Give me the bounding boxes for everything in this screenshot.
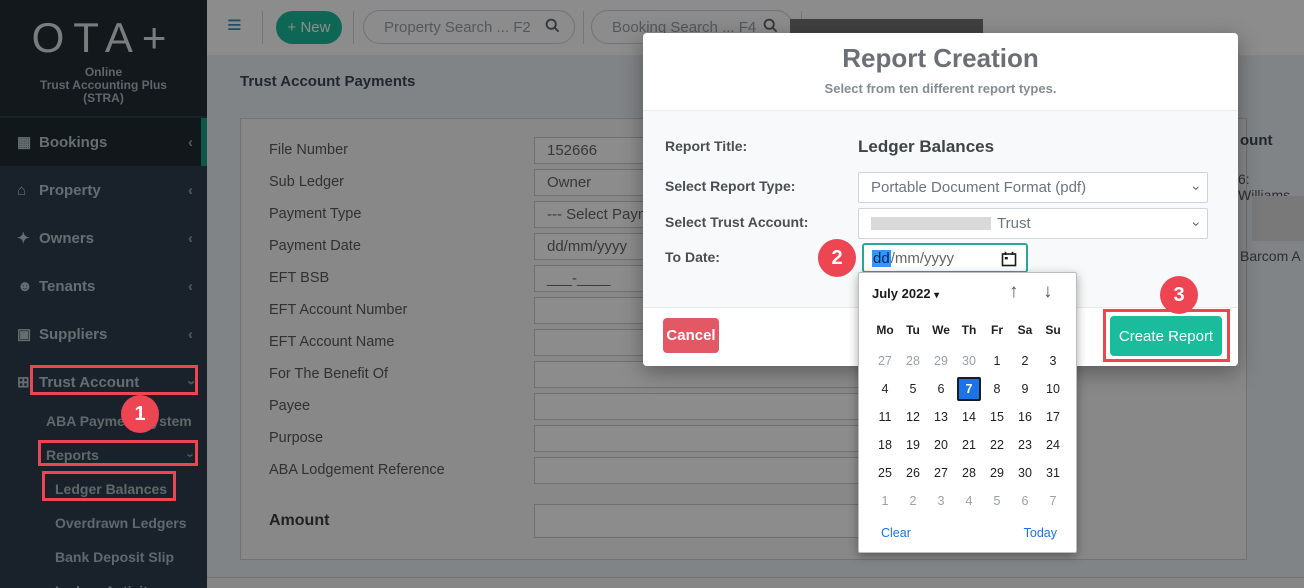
report-type-value: Portable Document Format (pdf) (871, 179, 1087, 196)
calendar-day[interactable]: 13 (927, 403, 955, 431)
calendar-day[interactable]: 26 (899, 459, 927, 487)
trust-account-label: Select Trust Account: (665, 214, 809, 230)
today-link[interactable]: Today (1024, 526, 1057, 540)
clear-link[interactable]: Clear (881, 526, 911, 540)
calendar-day[interactable]: 21 (955, 431, 983, 459)
app-window: OTA+ Online Trust Accounting Plus (STRA)… (0, 0, 1304, 588)
report-type-select[interactable]: Portable Document Format (pdf) ‹ (858, 172, 1208, 203)
calendar-day[interactable]: 4 (955, 487, 983, 515)
calendar-day[interactable]: 18 (871, 431, 899, 459)
calendar-day[interactable]: 20 (927, 431, 955, 459)
modal-title: Report Creation (842, 43, 1039, 73)
report-type-label: Select Report Type: (665, 178, 796, 194)
calendar-day[interactable]: 2 (899, 487, 927, 515)
calendar-day[interactable]: 11 (871, 403, 899, 431)
calendar-day[interactable]: 1 (871, 487, 899, 515)
report-title-value: Ledger Balances (858, 137, 995, 156)
date-rest-segment[interactable]: /mm/yyyy (891, 250, 954, 267)
calendar-day[interactable]: 7 (1039, 487, 1067, 515)
chevron-down-icon: ‹ (1186, 221, 1203, 226)
calendar-day[interactable]: 3 (927, 487, 955, 515)
calendar-day[interactable]: 19 (899, 431, 927, 459)
calendar-day[interactable]: 14 (955, 403, 983, 431)
annotation-rect-trust-account (30, 365, 198, 395)
annotation-rect-ledger-balances (42, 471, 176, 501)
calendar-day[interactable]: 29 (927, 347, 955, 375)
calendar-icon[interactable] (1001, 251, 1017, 271)
report-title-label: Report Title: (665, 138, 748, 154)
annotation-step-3: 3 (1160, 276, 1198, 314)
chevron-down-icon: ‹ (1186, 185, 1203, 190)
day-header-fr: Fr (991, 323, 1003, 337)
calendar-day[interactable]: 12 (899, 403, 927, 431)
calendar-day[interactable]: 27 (871, 347, 899, 375)
dropdown-arrow-icon: ▾ (934, 290, 940, 301)
annotation-rect-reports (38, 440, 198, 466)
day-header-tu: Tu (906, 323, 920, 337)
day-header-we: We (932, 323, 950, 337)
calendar-day[interactable]: 30 (955, 347, 983, 375)
calendar-day[interactable]: 10 (1039, 375, 1067, 403)
calendar-day[interactable]: 29 (983, 459, 1011, 487)
calendar-day[interactable]: 6 (927, 375, 955, 403)
calendar-grid: 27 28 29 30 1 2 3 4 5 6 7 8 9 10 11 12 13 14 15 16 17 18 19 20 2… (871, 347, 1067, 515)
calendar-day[interactable]: 15 (983, 403, 1011, 431)
calendar-day[interactable]: 5 (983, 487, 1011, 515)
to-date-label: To Date: (665, 249, 720, 265)
calendar-day[interactable]: 24 (1039, 431, 1067, 459)
calendar-day[interactable]: 17 (1039, 403, 1067, 431)
calendar-day[interactable]: 1 (983, 347, 1011, 375)
calendar-day[interactable]: 31 (1039, 459, 1067, 487)
cancel-button[interactable]: Cancel (663, 318, 719, 353)
day-header-mo: Mo (876, 323, 894, 337)
calendar-day[interactable]: 25 (871, 459, 899, 487)
day-header-th: Th (961, 323, 977, 337)
calendar-day[interactable]: 9 (1011, 375, 1039, 403)
trust-account-select[interactable]: Trust ‹ (858, 208, 1208, 239)
calendar-day[interactable]: 4 (871, 375, 899, 403)
calendar-day[interactable]: 22 (983, 431, 1011, 459)
modal-subtitle: Select from ten different report types. (824, 81, 1057, 96)
month-year-dropdown[interactable]: July 2022 ▾ (872, 286, 939, 301)
calendar-day[interactable]: 5 (899, 375, 927, 403)
calendar-day[interactable]: 3 (1039, 347, 1067, 375)
calendar-day[interactable]: 7 (957, 377, 981, 401)
day-header-sa: Sa (1017, 323, 1033, 337)
calendar-day[interactable]: 28 (955, 459, 983, 487)
calendar-day[interactable]: 6 (1011, 487, 1039, 515)
calendar-day[interactable]: 28 (899, 347, 927, 375)
day-header-su: Su (1045, 323, 1061, 337)
annotation-rect-create-report (1103, 309, 1230, 362)
next-month-arrow-icon[interactable]: ↓ (1043, 281, 1053, 303)
calendar-day[interactable]: 30 (1011, 459, 1039, 487)
date-picker-popup: July 2022 ▾ ↑ ↓ Mo Tu We Th Fr Sa Su 27 28 29 30 1… (858, 272, 1077, 553)
annotation-step-2: 2 (818, 239, 856, 277)
to-date-input[interactable]: dd /mm/yyyy (862, 243, 1028, 273)
trust-account-value: Trust (997, 215, 1031, 232)
calendar-day[interactable]: 23 (1011, 431, 1039, 459)
calendar-day[interactable]: 27 (927, 459, 955, 487)
previous-month-arrow-icon[interactable]: ↑ (1009, 281, 1019, 303)
redacted-box (871, 217, 991, 230)
calendar-day-headers: Mo Tu We Th Fr Sa Su (871, 323, 1067, 337)
calendar-day[interactable]: 8 (983, 375, 1011, 403)
calendar-day[interactable]: 16 (1011, 403, 1039, 431)
date-day-segment[interactable]: dd (872, 249, 891, 267)
calendar-day[interactable]: 2 (1011, 347, 1039, 375)
annotation-step-1: 1 (121, 395, 159, 433)
